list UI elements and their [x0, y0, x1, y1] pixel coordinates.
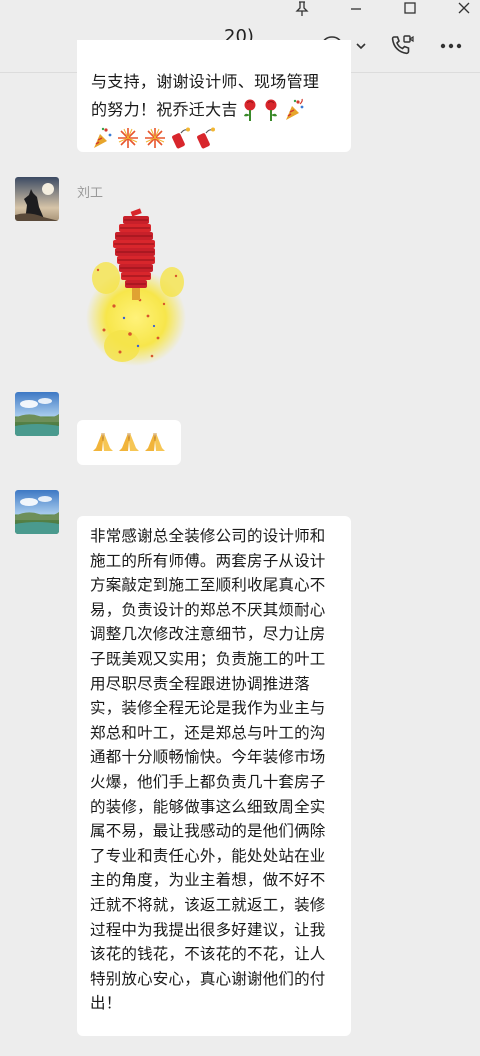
avatar[interactable] — [15, 177, 59, 221]
chevron-down-icon[interactable] — [352, 33, 370, 59]
sender-name: 刘工 — [77, 186, 104, 201]
maximize-icon[interactable] — [396, 0, 424, 18]
emoji-row — [91, 126, 339, 150]
firecracker-emoji-icon — [172, 127, 190, 149]
more-icon[interactable] — [437, 33, 465, 59]
praying-hands-emoji-icon — [93, 432, 113, 451]
party-popper-emoji-icon — [285, 98, 304, 120]
avatar[interactable] — [15, 490, 59, 534]
praying-hands-emoji-icon — [145, 432, 165, 451]
message-line-with-emoji: 的努力！祝乔迁大吉 — [91, 96, 339, 124]
firecracker-sticker[interactable] — [84, 206, 188, 368]
emoji-row — [77, 420, 181, 454]
avatar[interactable] — [15, 392, 59, 436]
fireworks-emoji-icon — [145, 128, 165, 148]
chat-window: 20) 与支持，谢谢设计师、现场管理 的努力！祝乔迁大吉 刘工 非常感谢总全装修… — [0, 0, 480, 1056]
rose-emoji-icon — [243, 99, 256, 121]
party-popper-emoji-icon — [94, 127, 112, 148]
praying-hands-emoji-icon — [119, 432, 139, 451]
message-text: 非常感谢总全装修公司的设计师和施工的所有师傅。两套房子从设计方案敲定到施工至顺利… — [90, 527, 326, 1013]
fireworks-emoji-icon — [118, 128, 138, 148]
message-bubble[interactable] — [77, 420, 181, 465]
message-line: 与支持，谢谢设计师、现场管理 — [91, 72, 320, 91]
pin-icon[interactable] — [288, 0, 316, 18]
message-bubble[interactable]: 与支持，谢谢设计师、现场管理 的努力！祝乔迁大吉 — [77, 40, 351, 152]
minimize-icon[interactable] — [342, 0, 370, 18]
firecracker-emoji-icon — [197, 127, 215, 149]
close-icon[interactable] — [450, 0, 478, 18]
message-line: 的努力！祝乔迁大吉 — [91, 100, 238, 119]
video-call-icon[interactable] — [387, 33, 417, 59]
rose-emoji-icon — [265, 99, 277, 121]
